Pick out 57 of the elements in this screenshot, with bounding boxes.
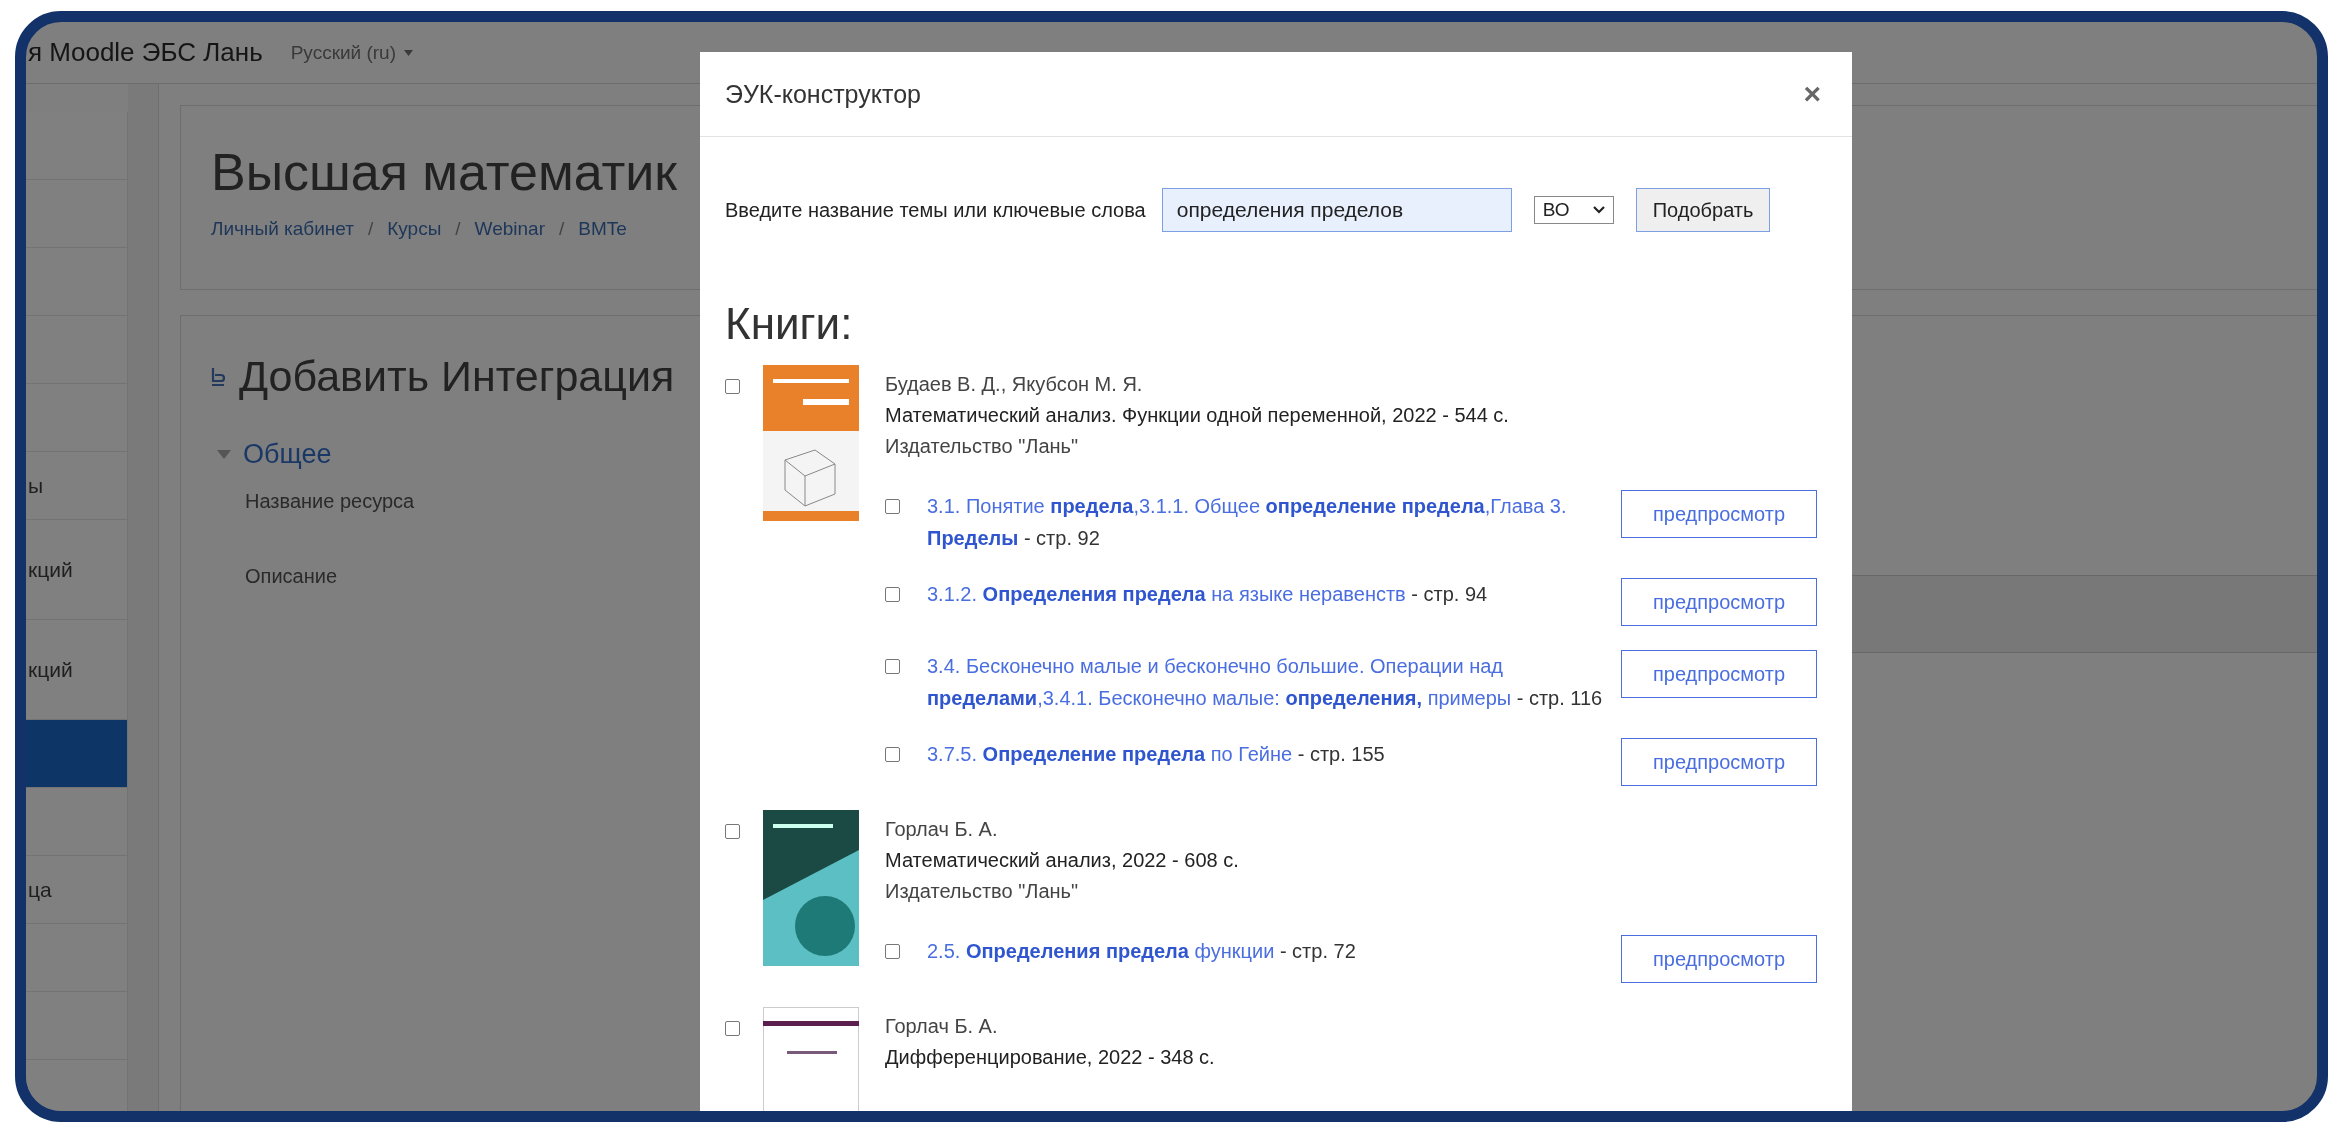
sidebar-item[interactable]: кций: [26, 620, 128, 720]
preview-button[interactable]: предпросмотр: [1621, 490, 1817, 538]
checkbox[interactable]: [885, 747, 900, 762]
book-title: Математический анализ, 2022 - 608 с.: [885, 848, 1240, 873]
book-authors: Будаев В. Д., Якубсон М. Я.: [885, 372, 1144, 397]
breadcrumb-separator: /: [367, 218, 374, 240]
expand-caret-icon[interactable]: [217, 449, 231, 460]
book-authors: Горлач Б. А.: [885, 1014, 999, 1039]
checkbox[interactable]: [885, 499, 900, 514]
sidebar-item[interactable]: [26, 1060, 128, 1111]
checkbox[interactable]: [725, 824, 740, 839]
breadcrumb-link[interactable]: BMTe: [578, 218, 627, 240]
chapter-link[interactable]: 3.1. Понятие предела,3.1.1. Общее определение предела,Глава 3. Пределы - стр. 92: [927, 490, 1607, 554]
sidebar-item[interactable]: кций: [26, 520, 128, 620]
level-select[interactable]: ВО: [1533, 196, 1614, 224]
preview-button[interactable]: предпросмотр: [1621, 578, 1817, 626]
book-publisher: Издательство "Лань": [885, 879, 1080, 904]
modal-title: ЭУК-конструктор: [725, 79, 921, 109]
chapter-link[interactable]: 3.4. Бесконечно малые и бесконечно большие. Операции над пределами,3.4.1. Бесконечно малые: определения, примеры - стр. 116: [927, 650, 1607, 714]
submit-button[interactable]: Подобрать: [1635, 188, 1771, 232]
search-field[interactable]: определения пределов: [1161, 188, 1512, 232]
sidebar-item[interactable]: [26, 720, 128, 788]
checkbox[interactable]: [885, 587, 900, 602]
chapter-link[interactable]: 2.5. Определения предела функции - стр. 72: [927, 935, 1607, 967]
preview-button[interactable]: предпросмотр: [1621, 738, 1817, 786]
breadcrumb-separator: /: [559, 218, 565, 240]
checkbox[interactable]: [885, 659, 900, 674]
sidebar-item[interactable]: ы: [26, 452, 128, 520]
form-title: Добавить Интеграция: [239, 352, 675, 401]
language-menu[interactable]: Русский (ru): [290, 41, 413, 64]
module-icon: [211, 366, 225, 387]
breadcrumb-link[interactable]: Личный кабинет: [211, 218, 354, 240]
breadcrumb-link[interactable]: Webinar: [474, 218, 545, 240]
preview-button[interactable]: предпросмотр: [1621, 935, 1817, 983]
checkbox[interactable]: [725, 1021, 740, 1036]
field-label: Название ресурса: [245, 490, 415, 513]
chapter-link[interactable]: 3.1.2. Определения предела на языке неравенств - стр. 94: [927, 578, 1607, 610]
search-label: Введите название темы или ключевые слова: [725, 198, 1146, 222]
section-heading: Книги:: [725, 298, 854, 350]
field-label: Описание: [245, 565, 338, 588]
caret-icon: [404, 49, 413, 56]
book-publisher: Издательство "Лань": [885, 434, 1080, 459]
breadcrumb-separator: /: [455, 218, 461, 240]
checkbox[interactable]: [885, 944, 900, 959]
site-title[interactable]: я Moodle ЭБС Лань: [28, 37, 263, 68]
close-button[interactable]: ×: [1797, 79, 1827, 109]
book-title: Математический анализ. Функции одной переменной, 2022 - 544 с.: [885, 403, 1510, 428]
breadcrumb-link[interactable]: Курсы: [387, 218, 442, 240]
book-authors: Горлач Б. А.: [885, 817, 999, 842]
sidebar-item[interactable]: ца: [26, 856, 128, 924]
book-title: Дифференцирование, 2022 - 348 с.: [885, 1045, 1216, 1070]
preview-button[interactable]: предпросмотр: [1621, 650, 1817, 698]
chapter-link[interactable]: 3.7.5. Определение предела по Гейне - стр. 155: [927, 738, 1607, 770]
chevron-down-icon: [1592, 206, 1605, 214]
page-title: Высшая математик: [211, 142, 678, 202]
section-title[interactable]: Общее: [243, 439, 332, 470]
checkbox[interactable]: [725, 379, 740, 394]
